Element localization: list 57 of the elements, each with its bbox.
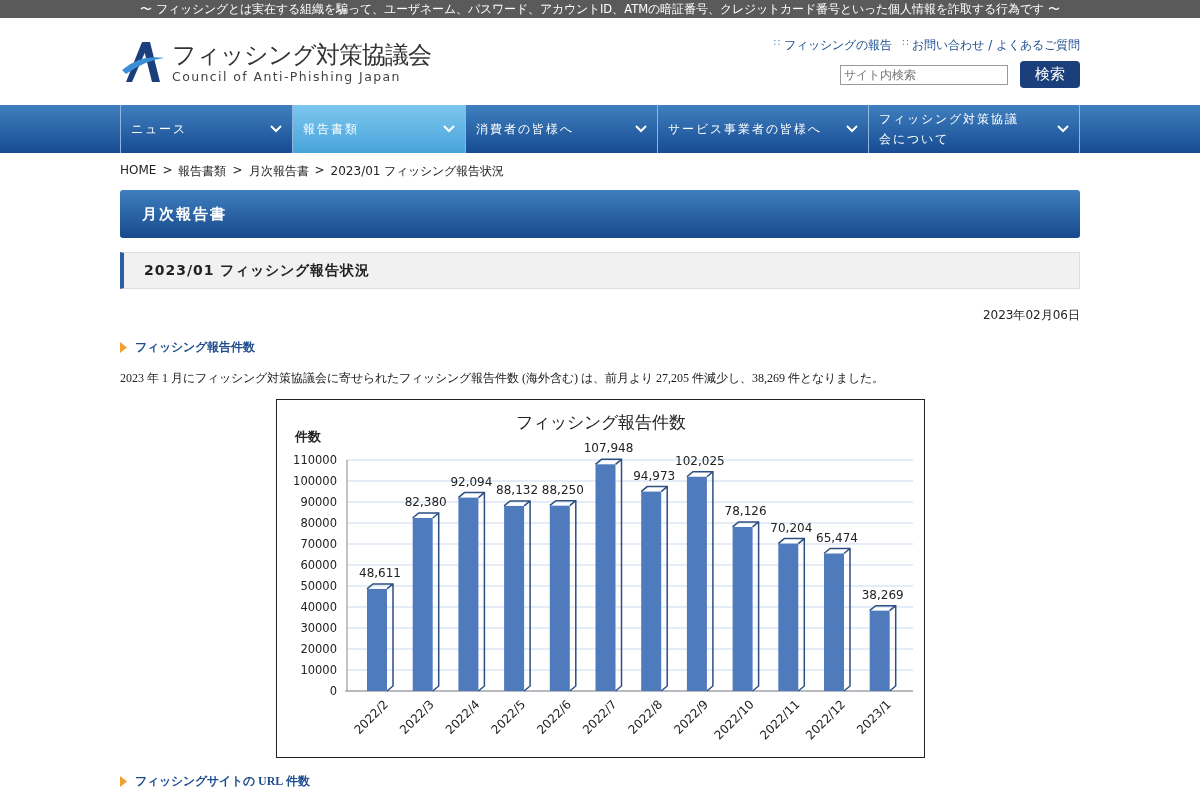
breadcrumb-link[interactable]: 月次報告書 xyxy=(248,163,309,180)
publish-date: 2023年02月06日 xyxy=(981,307,1080,324)
nav-tab[interactable]: サービス事業者の皆様へ xyxy=(657,105,869,153)
axis-title: 件数 xyxy=(294,429,321,444)
breadcrumb-separator: > xyxy=(232,163,243,179)
tick-label: 100000 xyxy=(292,474,337,488)
nav-tab[interactable]: フィッシング対策協議会について xyxy=(868,105,1080,153)
value-label: 107,948 xyxy=(583,441,633,456)
breadcrumb-link[interactable]: 2023/01 フィッシング報告状況 xyxy=(330,163,505,180)
tick-label: 0 xyxy=(329,684,337,698)
header-link[interactable]: ∷ お問い合わせ / よくあるご質問 xyxy=(901,37,1080,54)
chevron-icon xyxy=(442,125,455,133)
logo-subtitle: Council of Anti-Phishing Japan xyxy=(172,68,402,84)
tagline-banner: 〜 フィッシングとは実在する組織を騙って、ユーザネーム、パスワード、アカウントID、ATMの暗証番号、クレジットカード番号といった個人情報を詐取する行為です 〜 xyxy=(0,0,1200,18)
value-label: 82,380 xyxy=(404,495,447,509)
tick-label: 40000 xyxy=(299,600,337,614)
page-title: 月次報告書 xyxy=(120,190,1080,238)
section-heading: フィッシング報告件数 xyxy=(120,339,1080,356)
value-label: 102,025 xyxy=(674,453,725,468)
value-label: 38,269 xyxy=(861,587,904,602)
triangle-icon xyxy=(120,342,127,353)
value-label: 94,973 xyxy=(632,468,675,483)
chevron-icon xyxy=(845,125,858,133)
chevron-icon xyxy=(1056,125,1069,133)
value-label: 48,611 xyxy=(358,565,401,580)
nav-tab[interactable]: ニュース xyxy=(120,105,293,153)
chevron-icon xyxy=(634,125,647,133)
logo-title: フィッシング対策協議会 xyxy=(172,40,431,69)
section-heading: フィッシングサイトの URL 件数 xyxy=(120,773,1080,790)
value-label: 78,126 xyxy=(724,503,767,518)
article-title: 2023/01 フィッシング報告状況 xyxy=(120,252,1080,289)
tick-label: 90000 xyxy=(299,495,337,509)
tick-label: 10000 xyxy=(299,663,337,677)
tick-label: 110000 xyxy=(292,453,337,467)
chart-title: フィッシング報告件数 xyxy=(515,412,686,432)
triangle-icon xyxy=(120,776,127,787)
breadcrumb-separator: > xyxy=(314,163,325,179)
breadcrumb-link[interactable]: 報告書類 xyxy=(178,163,227,180)
nav-tab[interactable]: 消費者の皆様へ xyxy=(465,105,658,153)
tick-label: 50000 xyxy=(299,579,337,593)
breadcrumb-link[interactable]: HOME xyxy=(120,163,157,180)
tick-label: 30000 xyxy=(299,621,337,635)
paragraph: 2023 年 1 月にフィッシング対策協議会に寄せられたフィッシング報告件数 (海外含む) は、前月より 27,205 件減少し、38,269 件となりました。 xyxy=(120,370,885,387)
tick-label: 20000 xyxy=(299,642,337,656)
value-label: 70,204 xyxy=(769,520,812,535)
search-button[interactable]: 検索 xyxy=(1020,61,1080,88)
tick-label: 80000 xyxy=(299,516,337,530)
chevron-icon xyxy=(269,125,282,133)
value-label: 88,250 xyxy=(541,482,584,497)
header-link[interactable]: ∷ フィッシングの報告 xyxy=(773,37,892,54)
value-label: 65,474 xyxy=(815,530,858,545)
breadcrumb-separator: > xyxy=(162,163,173,179)
tick-label: 60000 xyxy=(299,558,337,572)
value-label: 88,132 xyxy=(495,482,538,497)
value-label: 92,094 xyxy=(449,474,492,489)
search-field[interactable]: サイト内検索 xyxy=(840,64,1008,85)
tick-label: 70000 xyxy=(299,537,337,551)
